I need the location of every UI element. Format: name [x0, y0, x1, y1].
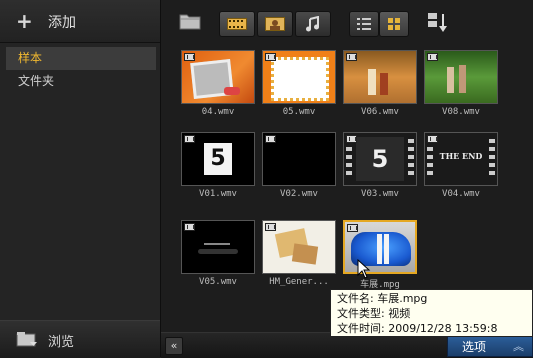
library-toolbar	[161, 0, 533, 42]
photo-filter-icon	[265, 17, 285, 31]
file-info-tooltip: 文件名: 车展.mpg 文件类型: 视频 文件时间: 2009/12/28 13…	[330, 289, 533, 337]
mouse-cursor-icon	[357, 259, 371, 279]
thumbnail-grid: 04.wmv 05.wmv V06.wmv V08.wmv 5 V01.wmv …	[161, 42, 533, 324]
thumbnail-caption: V05.wmv	[199, 277, 237, 287]
countdown-digit: 5	[210, 146, 226, 171]
video-badge-icon	[346, 53, 357, 61]
video-badge-icon	[265, 53, 276, 61]
thumbnail-image	[181, 220, 255, 274]
options-button[interactable]: 选项 ︽	[447, 335, 533, 357]
video-filter-button[interactable]	[219, 11, 255, 37]
thumbnail-item[interactable]: V05.wmv	[181, 212, 255, 287]
double-chevron-left-icon: «	[170, 339, 178, 352]
browse-folder-icon	[16, 332, 37, 347]
thumbnail-item[interactable]: HM_Gener...	[262, 212, 336, 287]
tooltip-filetime: 文件时间: 2009/12/28 13:59:8	[337, 322, 498, 335]
browse-button[interactable]: 浏览	[0, 320, 160, 358]
video-badge-icon	[346, 135, 357, 143]
countdown-digit: 5	[356, 137, 404, 181]
library-panel: + 添加 样本 文件夹 浏览	[0, 0, 161, 358]
thumbnail-caption: 05.wmv	[282, 107, 316, 117]
thumbnail-item[interactable]: 5 V01.wmv	[181, 124, 255, 199]
thumbnail-view-button[interactable]	[379, 11, 409, 37]
folder-icon[interactable]	[179, 12, 201, 30]
thumbnail-image	[424, 50, 498, 104]
thumbnail-caption: 04.wmv	[201, 107, 235, 117]
video-badge-icon	[427, 135, 438, 143]
thumbnail-image	[262, 132, 336, 186]
browse-label: 浏览	[48, 335, 75, 350]
plus-icon: +	[16, 9, 33, 33]
audio-filter-button[interactable]	[295, 11, 331, 37]
thumbnail-item[interactable]: THE END V04.wmv	[424, 124, 498, 199]
music-note-icon	[306, 16, 319, 32]
video-badge-icon	[265, 223, 276, 231]
thumbnail-caption: HM_Gener...	[269, 277, 329, 287]
video-badge-icon	[184, 223, 195, 231]
photo-filter-button[interactable]	[257, 11, 293, 37]
add-label: 添加	[48, 15, 76, 31]
add-button[interactable]: + 添加	[0, 0, 160, 43]
video-badge-icon	[184, 135, 195, 143]
thumbnail-item[interactable]: V06.wmv	[343, 42, 417, 117]
video-badge-icon	[265, 135, 276, 143]
thumbnail-image	[343, 50, 417, 104]
list-view-icon	[357, 18, 371, 30]
thumbnail-item[interactable]: V08.wmv	[424, 42, 498, 117]
vertical-scrollbar[interactable]	[523, 42, 533, 324]
library-item-folder[interactable]: 文件夹	[6, 70, 156, 93]
thumbnail-image	[262, 220, 336, 274]
tooltip-filetype: 文件类型: 视频	[337, 307, 411, 320]
thumbnail-item-selected[interactable]: 车展.mpg	[343, 212, 417, 290]
thumbnail-item[interactable]: 04.wmv	[181, 42, 255, 117]
tooltip-filename: 文件名: 车展.mpg	[337, 292, 428, 305]
video-badge-icon	[184, 53, 195, 61]
video-filter-icon	[227, 18, 247, 30]
list-view-button[interactable]	[349, 11, 379, 37]
thumbnail-item[interactable]: 5 V03.wmv	[343, 124, 417, 199]
library-item-samples[interactable]: 样本	[6, 47, 156, 70]
double-chevron-up-icon: ︽	[513, 340, 524, 353]
thumbnail-caption: V08.wmv	[442, 107, 480, 117]
collapse-left-button[interactable]: «	[165, 337, 183, 355]
thumbnail-caption: V03.wmv	[361, 189, 399, 199]
thumbnail-caption: V06.wmv	[361, 107, 399, 117]
thumbnail-image: 5	[343, 132, 417, 186]
thumbnail-caption: V04.wmv	[442, 189, 480, 199]
options-label: 选项	[462, 340, 487, 354]
thumbnail-view-icon	[388, 18, 400, 30]
thumbnail-image: 5	[181, 132, 255, 186]
thumbnail-image	[181, 50, 255, 104]
thumbnail-image: THE END	[424, 132, 498, 186]
thumbnail-item[interactable]: 05.wmv	[262, 42, 336, 117]
sort-icon[interactable]	[427, 12, 449, 34]
thumbnail-caption: V02.wmv	[280, 189, 318, 199]
video-badge-icon	[427, 53, 438, 61]
thumbnail-caption: V01.wmv	[199, 189, 237, 199]
library-list: 样本 文件夹	[6, 47, 156, 93]
thumbnail-image	[262, 50, 336, 104]
end-title-text: THE END	[439, 151, 483, 161]
video-badge-icon	[347, 224, 358, 232]
thumbnail-item[interactable]: V02.wmv	[262, 124, 336, 199]
thumbnail-image	[343, 220, 417, 274]
